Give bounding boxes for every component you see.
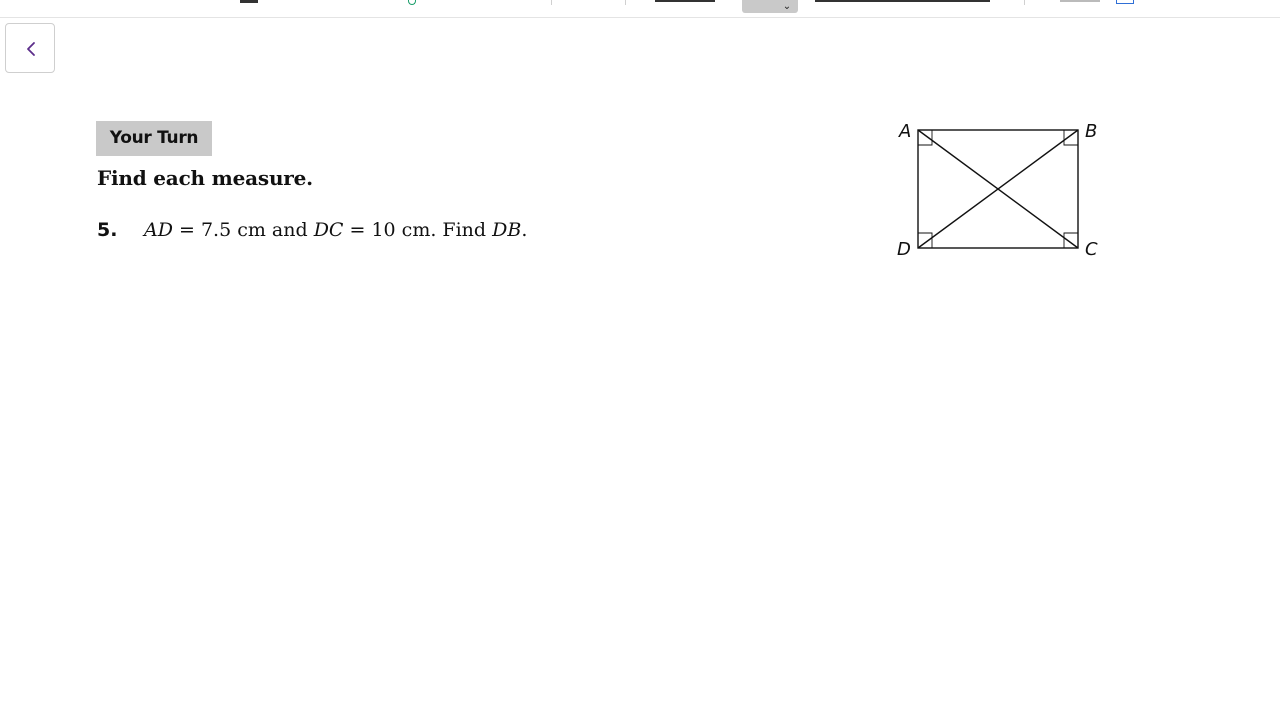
problem-text-part: . [521,219,528,241]
chevron-left-icon [27,42,35,56]
instruction-text: Find each measure. [97,166,313,190]
vertex-label-d: D [897,239,911,260]
toolbar-separator [625,0,626,5]
segment-db: DB [492,219,522,241]
vertex-label-c: C [1085,239,1098,260]
toolbar-item[interactable] [655,0,715,2]
segment-ad: AD [144,219,173,241]
problem-text-part: = 7.5 cm and [172,219,314,241]
toolbar-item[interactable] [1060,0,1100,2]
toolbar-blue-icon[interactable] [1116,0,1134,4]
toolbar-item[interactable] [815,0,990,2]
vertex-label-a: A [898,121,911,142]
toolbar-separator [1024,0,1025,5]
pen-icon[interactable] [408,0,416,5]
problem-statement: AD = 7.5 cm and DC = 10 cm. Find DB. [144,219,527,241]
segment-dc: DC [313,219,344,241]
section-label: Your Turn [96,121,212,156]
toolbar-item[interactable] [240,0,258,3]
top-toolbar: ⌄ [0,0,1280,18]
chevron-down-icon[interactable]: ⌄ [780,1,794,13]
problem-number: 5. [97,219,118,241]
rectangle-diagram: A B C D [897,121,1098,260]
toolbar-separator [551,0,552,5]
problem-text-part: = 10 cm. Find [343,219,493,241]
vertex-label-b: B [1085,121,1097,142]
back-button[interactable] [5,23,55,73]
